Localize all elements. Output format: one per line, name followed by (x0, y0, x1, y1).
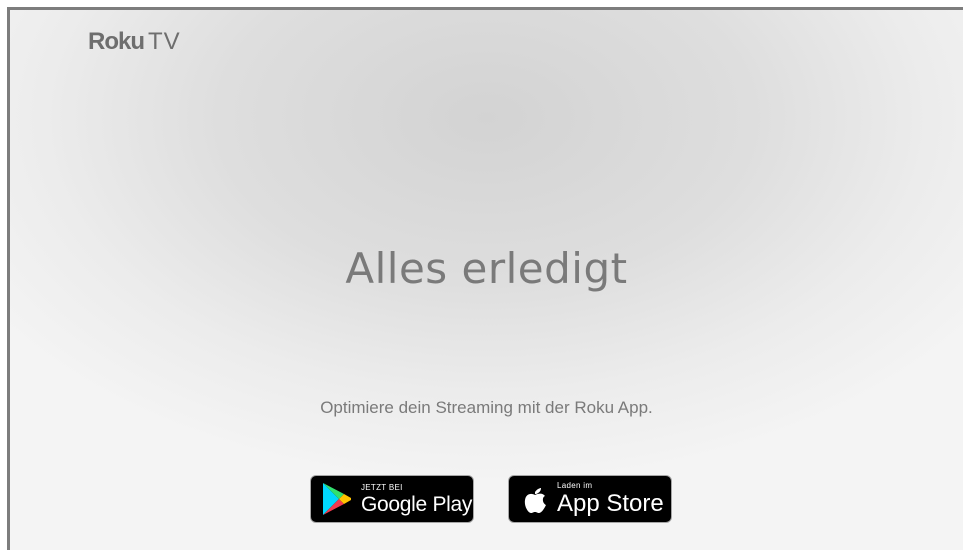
brand-roku-text: Roku (88, 28, 145, 55)
app-store-big-label: App Store (557, 490, 664, 517)
google-play-badge[interactable]: JETZT BEI Google Play (310, 475, 474, 523)
google-play-big-label: Google Play (361, 492, 473, 516)
google-play-icon (321, 482, 353, 516)
google-play-badge-text: JETZT BEI Google Play (361, 482, 473, 516)
app-store-badge-text: Laden im App Store (557, 482, 664, 516)
roku-tv-logo: Roku TV (88, 30, 181, 54)
google-play-small-label: JETZT BEI (361, 482, 403, 492)
app-store-small-label: Laden im (557, 481, 593, 490)
setup-complete-screen: Roku TV Alles erledigt Optimiere dein St… (7, 7, 963, 550)
apple-icon (521, 482, 549, 516)
page-title: Alles erledigt (345, 244, 628, 293)
brand-tv-text: TV (148, 28, 181, 55)
roku-app-promo-text: Optimiere dein Streaming mit der Roku Ap… (320, 398, 653, 417)
app-store-badge[interactable]: Laden im App Store (508, 475, 672, 523)
